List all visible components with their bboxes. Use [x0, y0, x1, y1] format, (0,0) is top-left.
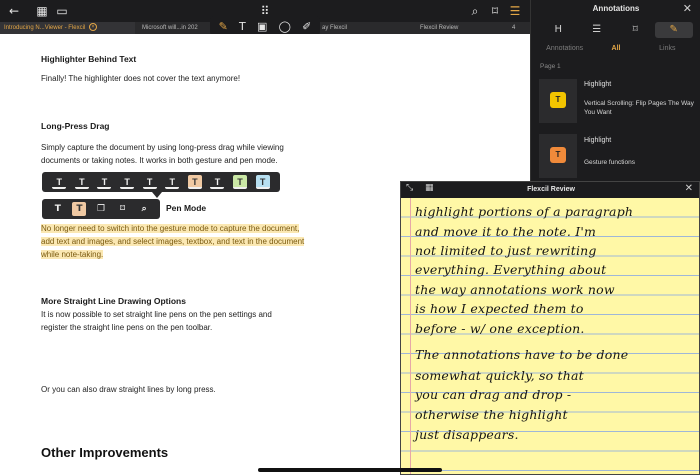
selection-action-popup: T T ❐ ⌑ ⌕	[42, 199, 160, 219]
notebook-title: Flexcil Review	[527, 186, 575, 193]
tab-flexcil-review[interactable]: Flexcil Review	[416, 22, 496, 34]
pen-tool-icon[interactable]: ✎	[219, 20, 228, 33]
annotation-thumbnail: T	[539, 79, 577, 123]
tab-microsoft[interactable]: Microsoft will...in 202	[138, 22, 218, 34]
highlight-swatch: T	[550, 92, 566, 108]
notebook-header: ⤡ ▦ Flexcil Review ✕	[401, 182, 699, 198]
highlight-none-1[interactable]: T	[52, 175, 67, 189]
highlight-none-3[interactable]: T	[97, 175, 112, 189]
list-icon[interactable]: ☰	[505, 0, 525, 22]
search-icon[interactable]: ⌕	[465, 0, 485, 22]
margin-line	[410, 198, 411, 474]
tab-close-icon[interactable]: ×	[88, 23, 97, 32]
annotation-text: Gesture functions	[584, 159, 635, 166]
search-icon[interactable]: ⌕	[137, 202, 151, 216]
document-icon[interactable]: ▭	[52, 0, 72, 22]
highlight-swatch: T	[550, 147, 566, 163]
app-window: ← ▦ ▭ ⠿ ⌕ ⌑ ☰ Introducing N...Viewer - F…	[0, 0, 700, 475]
image-tool-icon[interactable]: ▣	[257, 20, 267, 33]
panel-segment-control: H ☰ ⌑ ✎	[539, 22, 693, 38]
filter-all[interactable]: All	[590, 42, 641, 56]
heading-other-improvements: Other Improvements	[41, 445, 169, 460]
highlight-color-icon[interactable]: T	[72, 202, 87, 216]
handwriting-line: highlight portions of a paragraph	[415, 204, 634, 219]
text-tool-icon[interactable]: T	[239, 20, 246, 33]
bookmark-icon[interactable]: ⌑	[116, 202, 130, 216]
highlight-green[interactable]: T	[233, 175, 248, 189]
close-icon[interactable]: ✕	[683, 2, 692, 15]
highlight-none-7[interactable]: T	[210, 175, 225, 189]
handwriting-line: everything. Everything about	[415, 262, 607, 277]
annotations-tab[interactable]: ✎	[654, 22, 693, 38]
paragraph: Simply capture the document by using lon…	[41, 143, 284, 165]
headings-tab[interactable]: H	[539, 22, 578, 38]
annotation-thumbnail: T	[539, 134, 577, 178]
highlight-none-2[interactable]: T	[74, 175, 89, 189]
tab-label: 4	[512, 25, 516, 31]
annotation-text: Vertical Scrolling: Flip Pages The Way Y…	[584, 100, 694, 116]
tab-label: Introducing N...Viewer - Flexcil	[4, 25, 86, 31]
heading-straight-line: More Straight Line Drawing Options	[41, 296, 186, 306]
handwriting-line: and move it to the note. I'm	[415, 224, 597, 239]
handwriting-line: is how I expected them to	[415, 301, 584, 316]
paragraph: Or you can also draw straight lines by l…	[41, 385, 216, 394]
highlight-orange[interactable]: T	[187, 175, 202, 189]
annotation-filters: Annotations All Links	[539, 42, 693, 56]
paragraph: Finally! The highlighter does not cover …	[41, 74, 241, 83]
highlight-none-4[interactable]: T	[120, 175, 135, 189]
handwriting-line: just disappears.	[415, 427, 519, 442]
heading-pen-mode: Pen Mode	[166, 203, 207, 213]
tab-label: ay Flexcil	[322, 25, 348, 31]
highlighted-paragraph[interactable]: No longer need to switch into the gestur…	[41, 222, 313, 261]
bookmark-icon[interactable]: ⌑	[485, 0, 505, 22]
tab-count[interactable]: 4	[508, 22, 528, 34]
annotation-type: Highlight	[584, 137, 612, 144]
heading-long-press: Long-Press Drag	[41, 121, 110, 131]
handwriting-line: otherwise the highlight	[415, 407, 568, 422]
paragraph: It is now possible to set straight line …	[41, 310, 272, 332]
annotation-item[interactable]: T Highlight Gesture functions	[531, 134, 700, 184]
home-indicator[interactable]	[258, 468, 442, 472]
annotation-type: Highlight	[584, 81, 612, 88]
handwriting-line: the way annotations work now	[415, 282, 615, 297]
grid-icon[interactable]: ▦	[32, 0, 52, 22]
handwriting-line: not limited to just rewriting	[415, 243, 597, 258]
highlight-none-6[interactable]: T	[165, 175, 180, 189]
handwriting-line: before - w/ one exception.	[415, 321, 585, 336]
filter-annotations[interactable]: Annotations	[539, 42, 590, 56]
text-style-icon[interactable]: T	[51, 202, 65, 216]
filter-links[interactable]: Links	[642, 42, 693, 56]
tab-introducing[interactable]: Introducing N...Viewer - Flexcil ×	[0, 22, 135, 34]
highlight-none-5[interactable]: T	[142, 175, 157, 189]
pen-toolbar: ✎ T ▣ ◯ ✐	[210, 16, 320, 36]
notebook-window: ⤡ ▦ Flexcil Review ✕ highlight portions …	[400, 181, 700, 475]
handwriting-line: The annotations have to be done	[415, 347, 629, 362]
handwriting-line: you can drag and drop -	[415, 387, 572, 402]
copy-icon[interactable]: ❐	[94, 202, 108, 216]
page-label: Page 1	[540, 63, 561, 70]
panel-title: Annotations	[592, 4, 640, 13]
handwriting-line: somewhat quickly, so that	[415, 368, 584, 383]
popup-caret	[152, 192, 162, 198]
tab-label: Flexcil Review	[420, 25, 459, 31]
heading-highlighter: Highlighter Behind Text	[41, 54, 137, 64]
close-icon[interactable]: ✕	[685, 183, 693, 194]
outline-tab[interactable]: ☰	[578, 22, 617, 38]
annotation-item[interactable]: T Highlight Vertical Scrolling: Flip Pag…	[531, 77, 700, 127]
tab-label: Microsoft will...in 202	[142, 25, 198, 31]
back-arrow-icon[interactable]: ←	[4, 0, 24, 22]
bookmarks-tab[interactable]: ⌑	[616, 22, 655, 38]
tab-flexcil[interactable]: ay Flexcil	[318, 22, 378, 34]
highlight-color-popup: T T T T T T T T T T	[42, 172, 280, 192]
highlight-blue[interactable]: T	[255, 175, 270, 189]
lasso-tool-icon[interactable]: ◯	[279, 20, 291, 33]
eraser-tool-icon[interactable]: ✐	[302, 20, 311, 33]
